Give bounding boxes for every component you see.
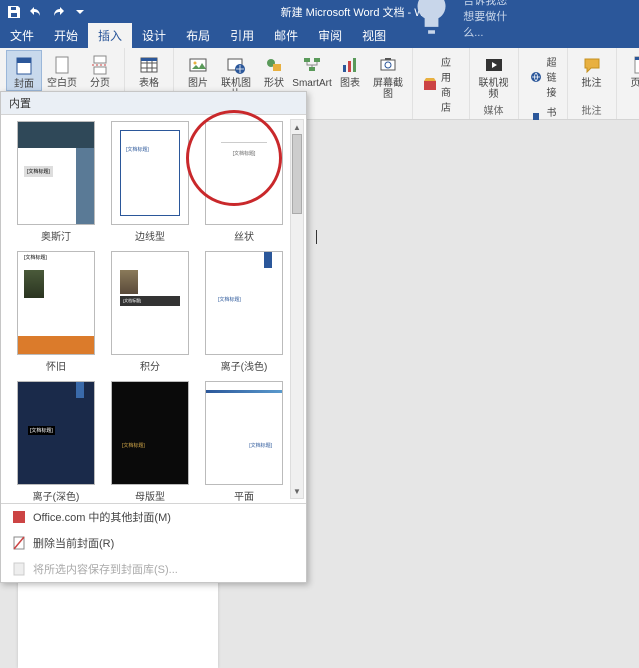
save-icon[interactable] (6, 4, 22, 20)
tab-mailings[interactable]: 邮件 (264, 23, 308, 48)
tab-view[interactable]: 视图 (352, 23, 396, 48)
hyperlink-icon (529, 70, 543, 84)
remove-cover-button[interactable]: 删除当前封面(R) (1, 530, 306, 556)
blank-page-button[interactable]: 空白页 (44, 50, 80, 89)
cover-thumb-retro[interactable]: [文档标题] 怀旧 (15, 251, 97, 373)
save-to-gallery-button: 将所选内容保存到封面库(S)... (1, 556, 306, 582)
more-from-office-button[interactable]: Office.com 中的其他封面(M) (1, 504, 306, 530)
scroll-up-icon[interactable]: ▲ (291, 120, 303, 134)
online-pictures-icon (225, 54, 247, 76)
group-headerfooter: 页眉 页脚 # 页码 页眉和页脚 (617, 48, 639, 119)
group-comments: 批注 批注 (568, 48, 617, 119)
office-icon (11, 509, 27, 525)
cover-page-gallery: 内置 [文档标题] 奥斯汀 [文档标题] 边线型 [文档标题] 丝状 [文档标题… (0, 91, 307, 583)
lightbulb-icon (404, 0, 459, 44)
cover-thumb-master[interactable]: [文档标题] 母版型 (109, 381, 191, 503)
title-bar: 新建 Microsoft Word 文档 - Word (0, 0, 639, 24)
cover-page-icon (13, 55, 35, 77)
group-media: 联机视频 媒体 (470, 48, 519, 119)
gallery-section-header: 内置 (1, 92, 306, 115)
hyperlink-button[interactable]: 超链接 (525, 52, 561, 101)
header-button[interactable]: 页眉 (623, 50, 639, 89)
tell-me-placeholder: 告诉我您想要做什么... (463, 0, 516, 40)
cover-thumb-integral[interactable]: [文档标题] 积分 (109, 251, 191, 373)
pictures-button[interactable]: 图片 (180, 50, 216, 89)
tab-home[interactable]: 开始 (44, 23, 88, 48)
video-icon (483, 54, 505, 76)
tab-review[interactable]: 审阅 (308, 23, 352, 48)
pictures-icon (187, 54, 209, 76)
quick-access-toolbar (6, 4, 88, 20)
tab-layout[interactable]: 布局 (176, 23, 220, 48)
tab-insert[interactable]: 插入 (88, 23, 132, 48)
page-break-icon (89, 54, 111, 76)
redo-icon[interactable] (50, 4, 66, 20)
store-button[interactable]: 应用商店 (419, 52, 463, 116)
gallery-footer: Office.com 中的其他封面(M) 删除当前封面(R) 将所选内容保存到封… (1, 503, 306, 582)
blank-page-icon (51, 54, 73, 76)
group-label-comments: 批注 (574, 100, 610, 117)
tab-file[interactable]: 文件 (0, 23, 44, 48)
gallery-scroll-area: [文档标题] 奥斯汀 [文档标题] 边线型 [文档标题] 丝状 [文档标题] 怀… (1, 115, 306, 503)
cover-thumb-silk[interactable]: [文档标题] 丝状 (203, 121, 285, 243)
group-label-media: 媒体 (476, 100, 512, 117)
chart-icon (339, 54, 361, 76)
group-addins: 应用商店 我的加载项 ▾ 加载项 (413, 48, 470, 119)
shapes-button[interactable]: 形状 (256, 50, 292, 89)
shapes-icon (263, 54, 285, 76)
cover-page-button[interactable]: 封面 (6, 50, 42, 91)
ribbon-tabs: 文件 开始 插入 设计 布局 引用 邮件 审阅 视图 告诉我您想要做什么... (0, 24, 639, 48)
cover-thumb-flat[interactable]: [文档标题] 平面 (203, 381, 285, 503)
cover-thumb-edge[interactable]: [文档标题] 边线型 (109, 121, 191, 243)
group-links: 超链接 书签 交叉引用 链接 (519, 48, 568, 119)
group-label-headerfooter: 页眉和页脚 (623, 100, 639, 117)
header-icon (630, 54, 639, 76)
tab-references[interactable]: 引用 (220, 23, 264, 48)
scroll-down-icon[interactable]: ▼ (291, 484, 303, 498)
cover-thumb-ion-light[interactable]: [文档标题] 离子(浅色) (203, 251, 285, 373)
online-video-button[interactable]: 联机视频 (476, 50, 512, 100)
cover-thumb-austin[interactable]: [文档标题] 奥斯汀 (15, 121, 97, 243)
page-break-button[interactable]: 分页 (82, 50, 118, 89)
window-title: 新建 Microsoft Word 文档 - Word (88, 4, 633, 20)
qat-dropdown-icon[interactable] (72, 4, 88, 20)
comment-button[interactable]: 批注 (574, 50, 610, 89)
text-cursor (316, 230, 317, 244)
scrollbar-thumb[interactable] (292, 134, 302, 214)
undo-icon[interactable] (28, 4, 44, 20)
gallery-scrollbar[interactable]: ▲ ▼ (290, 119, 304, 499)
table-button[interactable]: 表格 (131, 50, 167, 89)
screenshot-icon (377, 54, 399, 76)
tab-design[interactable]: 设计 (132, 23, 176, 48)
screenshot-button[interactable]: 屏幕截图 (370, 50, 406, 100)
table-icon (138, 54, 160, 76)
save-gallery-icon (11, 561, 27, 577)
tell-me-search[interactable]: 告诉我您想要做什么... (396, 0, 524, 48)
remove-icon (11, 535, 27, 551)
comment-icon (581, 54, 603, 76)
store-icon (423, 77, 437, 91)
cover-thumb-ion-dark[interactable]: [文档标题] 离子(深色) (15, 381, 97, 503)
smartart-icon (301, 54, 323, 76)
smartart-button[interactable]: SmartArt (294, 50, 330, 89)
chart-button[interactable]: 图表 (332, 50, 368, 89)
